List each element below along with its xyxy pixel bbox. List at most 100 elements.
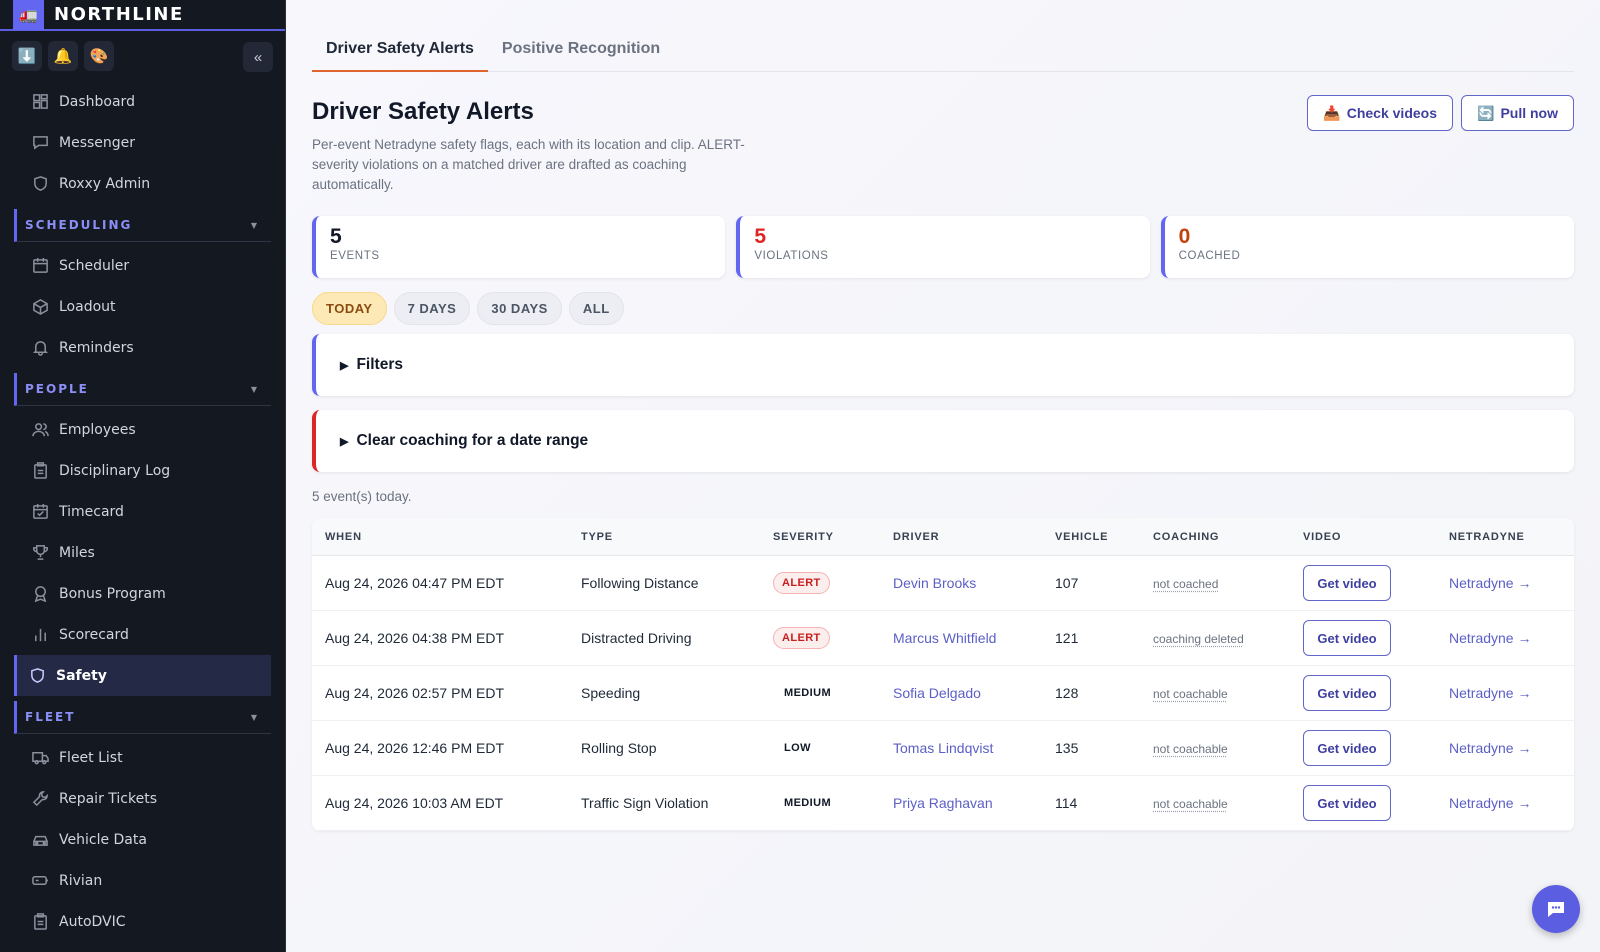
caret-down-icon: ▼ (250, 220, 259, 230)
sidebar-item-rivian[interactable]: Rivian (14, 860, 271, 901)
stat-value: 0 (1178, 225, 1191, 248)
truck-icon (31, 749, 49, 767)
get-video-button[interactable]: Get video (1303, 730, 1391, 766)
coaching-status[interactable]: not coached (1153, 577, 1218, 591)
range-30-days[interactable]: 30 DAYS (477, 292, 562, 325)
cell-type: Following Distance (581, 575, 699, 591)
palette-icon[interactable]: 🎨 (84, 41, 114, 71)
column-header[interactable]: DRIVER (893, 531, 1055, 543)
pull-now-button[interactable]: 🔄 Pull now (1461, 95, 1574, 131)
download-icon[interactable]: ⬇️ (12, 41, 42, 71)
cell-severity: MEDIUM (773, 683, 893, 703)
netradyne-link[interactable]: Netradyne → (1449, 630, 1574, 646)
range-7-days[interactable]: 7 DAYS (393, 292, 471, 325)
bar-chart-icon (31, 626, 49, 644)
sidebar-item-fleet-list[interactable]: Fleet List (14, 737, 271, 778)
brand[interactable]: 🚛 NORTHLINE (0, 0, 285, 31)
netradyne-link[interactable]: Netradyne → (1449, 575, 1574, 591)
sidebar-item-messenger[interactable]: Messenger (14, 122, 271, 163)
page-actions: 📥 Check videos 🔄 Pull now (1307, 95, 1574, 131)
range-today[interactable]: TODAY (312, 292, 387, 325)
cell-when: Aug 24, 2026 02:57 PM EDT (325, 685, 504, 701)
collapse-sidebar-button[interactable]: « (243, 42, 273, 72)
clipboard-icon (31, 913, 49, 931)
sidebar-item-label: Employees (59, 421, 136, 438)
driver-link[interactable]: Marcus Whitfield (893, 630, 1055, 646)
sidebar-item-safety[interactable]: Safety (14, 655, 271, 696)
stat-cards: 5 EVENTS 5 VIOLATIONS 0 COACHED (312, 216, 1574, 278)
column-header[interactable]: COACHING (1153, 531, 1303, 543)
sidebar-item-dashboard[interactable]: Dashboard (14, 81, 271, 122)
get-video-button[interactable]: Get video (1303, 565, 1391, 601)
sidebar-item-bonus-program[interactable]: Bonus Program (14, 573, 271, 614)
sidebar-item-scheduler[interactable]: Scheduler (14, 245, 271, 286)
sidebar-item-timecard[interactable]: Timecard (14, 491, 271, 532)
sidebar-item-label: Safety (56, 667, 107, 684)
sidebar-item-autodvic[interactable]: AutoDVIC (14, 901, 271, 942)
bell-icon[interactable]: 🔔 (48, 41, 78, 71)
netradyne-link[interactable]: Netradyne → (1449, 685, 1574, 701)
driver-link[interactable]: Sofia Delgado (893, 685, 1055, 701)
cell-coaching: not coachable (1153, 685, 1303, 701)
column-header[interactable]: TYPE (581, 531, 773, 543)
main-content: Driver Safety Alerts Positive Recognitio… (286, 0, 1600, 952)
column-header[interactable]: WHEN (325, 531, 581, 543)
sidebar-item-vehicle-data[interactable]: Vehicle Data (14, 819, 271, 860)
severity-badge: MEDIUM (784, 687, 832, 699)
inbox-tray-icon: 📥 (1323, 104, 1341, 121)
sidebar-item-disciplinary-log[interactable]: Disciplinary Log (14, 450, 271, 491)
stat-value: 5 (330, 225, 342, 248)
sidebar-item-loadout[interactable]: Loadout (14, 286, 271, 327)
calendar-icon (31, 257, 49, 275)
get-video-button[interactable]: Get video (1303, 675, 1391, 711)
netradyne-link[interactable]: Netradyne → (1449, 740, 1574, 756)
cell-video: Get video (1303, 785, 1449, 821)
get-video-button[interactable]: Get video (1303, 785, 1391, 821)
chat-button[interactable] (1532, 885, 1580, 933)
column-header[interactable]: VIDEO (1303, 531, 1449, 543)
column-header[interactable]: NETRADYNE (1449, 531, 1574, 543)
filters-panel[interactable]: ▶ Filters (312, 334, 1574, 396)
table-header: WHEN TYPE SEVERITY DRIVER VEHICLE COACHI… (312, 518, 1574, 556)
table-row: Aug 24, 2026 02:57 PM EDT Speeding MEDIU… (312, 666, 1574, 721)
cell-video: Get video (1303, 620, 1449, 656)
tab-positive-recognition[interactable]: Positive Recognition (488, 28, 674, 72)
section-fleet[interactable]: FLEET ▼ (14, 701, 271, 734)
coaching-status[interactable]: coaching deleted (1153, 632, 1244, 646)
column-header[interactable]: VEHICLE (1055, 531, 1153, 543)
sidebar-item-scorecard[interactable]: Scorecard (14, 614, 271, 655)
tab-driver-safety-alerts[interactable]: Driver Safety Alerts (312, 28, 488, 72)
sidebar-item-roxxy-admin[interactable]: Roxxy Admin (14, 163, 271, 204)
cell-type: Traffic Sign Violation (581, 795, 709, 811)
brand-name: NORTHLINE (54, 4, 184, 25)
netradyne-link[interactable]: Netradyne → (1449, 795, 1574, 811)
sidebar-item-reminders[interactable]: Reminders (14, 327, 271, 368)
get-video-button[interactable]: Get video (1303, 620, 1391, 656)
sidebar-item-repair-tickets[interactable]: Repair Tickets (14, 778, 271, 819)
sidebar-item-label: Loadout (59, 298, 116, 315)
section-people[interactable]: PEOPLE ▼ (14, 373, 271, 406)
column-header[interactable]: SEVERITY (773, 531, 893, 543)
bell-icon (31, 339, 49, 357)
table-row: Aug 24, 2026 12:46 PM EDT Rolling Stop L… (312, 721, 1574, 776)
sidebar-item-employees[interactable]: Employees (14, 409, 271, 450)
sidebar-item-miles[interactable]: Miles (14, 532, 271, 573)
driver-link[interactable]: Devin Brooks (893, 575, 1055, 591)
driver-link[interactable]: Tomas Lindqvist (893, 740, 1055, 756)
cell-coaching: not coached (1153, 575, 1303, 591)
sidebar-item-label: Fleet List (59, 749, 123, 766)
section-scheduling[interactable]: SCHEDULING ▼ (14, 209, 271, 242)
coaching-status[interactable]: not coachable (1153, 687, 1228, 701)
sidebar-item-label: Roxxy Admin (59, 175, 151, 192)
sidebar-item-label: Repair Tickets (59, 790, 157, 807)
severity-badge: ALERT (773, 572, 830, 594)
cell-coaching: not coachable (1153, 740, 1303, 756)
range-all[interactable]: ALL (568, 292, 624, 325)
check-videos-button[interactable]: 📥 Check videos (1307, 95, 1453, 131)
cell-severity: ALERT (773, 572, 893, 594)
chat-bubble-icon (1548, 902, 1564, 917)
clear-coaching-panel[interactable]: ▶ Clear coaching for a date range (312, 410, 1574, 472)
driver-link[interactable]: Priya Raghavan (893, 795, 1055, 811)
coaching-status[interactable]: not coachable (1153, 742, 1228, 756)
coaching-status[interactable]: not coachable (1153, 797, 1228, 811)
